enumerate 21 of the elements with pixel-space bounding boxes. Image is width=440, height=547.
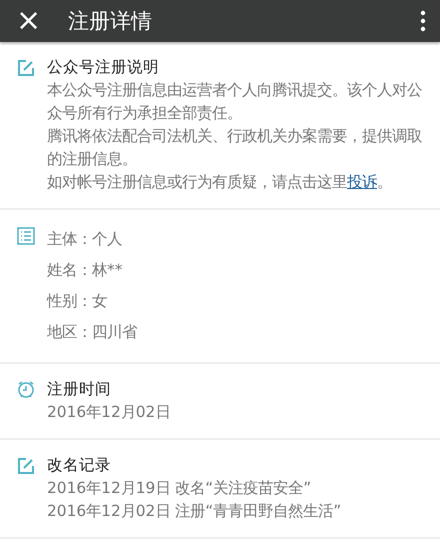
info-text: 姓名：林**: [47, 260, 124, 281]
info-text: 主体：个人: [47, 229, 123, 250]
section-title: 注册时间: [47, 379, 112, 400]
section-title: 改名记录: [47, 455, 112, 476]
section-title: 公众号注册说明: [47, 57, 160, 78]
info-text: 地区：四川省: [47, 322, 138, 343]
edit-icon: [17, 59, 35, 77]
info-text: 2016年12月02日 注册“青青田野自然生活”: [47, 501, 342, 522]
info-text: 本公众号注册信息由运营者个人向腾讯提交。该个人对公众号所有行为承担全部责任。: [47, 80, 422, 124]
info-text: 腾讯将依法配合司法机关、行政机关办案需要，提供调取的注册信息。: [47, 126, 422, 170]
more-icon[interactable]: [420, 10, 426, 32]
edit-icon: [17, 457, 35, 475]
info-text: 2016年12月02日: [47, 402, 172, 423]
alarm-clock-icon: [17, 381, 35, 399]
complaint-link[interactable]: 投诉: [347, 173, 377, 191]
info-text: 2016年12月19日 改名“关注疫苗安全”: [47, 478, 312, 499]
page-title: 注册详情: [68, 8, 153, 35]
info-text: 性别：女: [47, 291, 108, 312]
close-button[interactable]: ×: [16, 6, 54, 36]
list-icon: [17, 227, 35, 245]
info-text: 如对帐号注册信息或行为有质疑，请点击这里投诉。: [47, 172, 393, 193]
